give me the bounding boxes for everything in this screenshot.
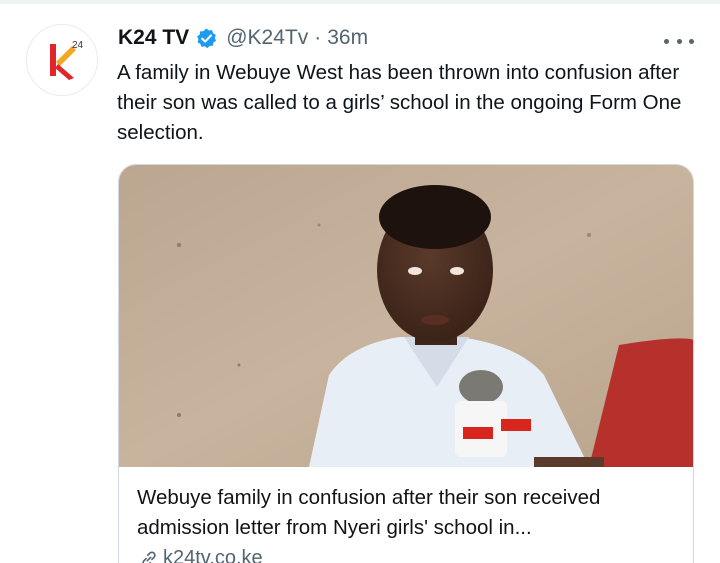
link-icon [142, 550, 156, 563]
avatar-superscript: 24 [72, 40, 84, 51]
card-source[interactable]: k24tv.co.ke [139, 547, 263, 563]
k24-logo-icon: 24 [50, 40, 84, 80]
card-title[interactable]: Webuye family in confusion after their s… [137, 483, 677, 543]
card-source-domain: k24tv.co.ke [163, 547, 263, 563]
timestamp[interactable]: 36m [327, 26, 368, 50]
link-card[interactable]: Webuye family in confusion after their s… [118, 164, 694, 563]
more-dot [689, 38, 694, 44]
more-options-icon[interactable] [664, 34, 694, 48]
verified-badge-icon [197, 27, 217, 48]
card-image [119, 165, 693, 467]
tweet-text: A family in Webuye West has been thrown … [117, 61, 682, 144]
avatar[interactable]: 24 [26, 24, 98, 96]
tweet-header: K24 TV @K24Tv · 36m [118, 26, 368, 50]
top-divider [0, 0, 720, 4]
display-name[interactable]: K24 TV [118, 26, 189, 50]
more-dot [664, 38, 669, 44]
more-dot [676, 38, 682, 44]
handle[interactable]: @K24Tv [226, 26, 308, 50]
separator-dot: · [314, 26, 322, 49]
